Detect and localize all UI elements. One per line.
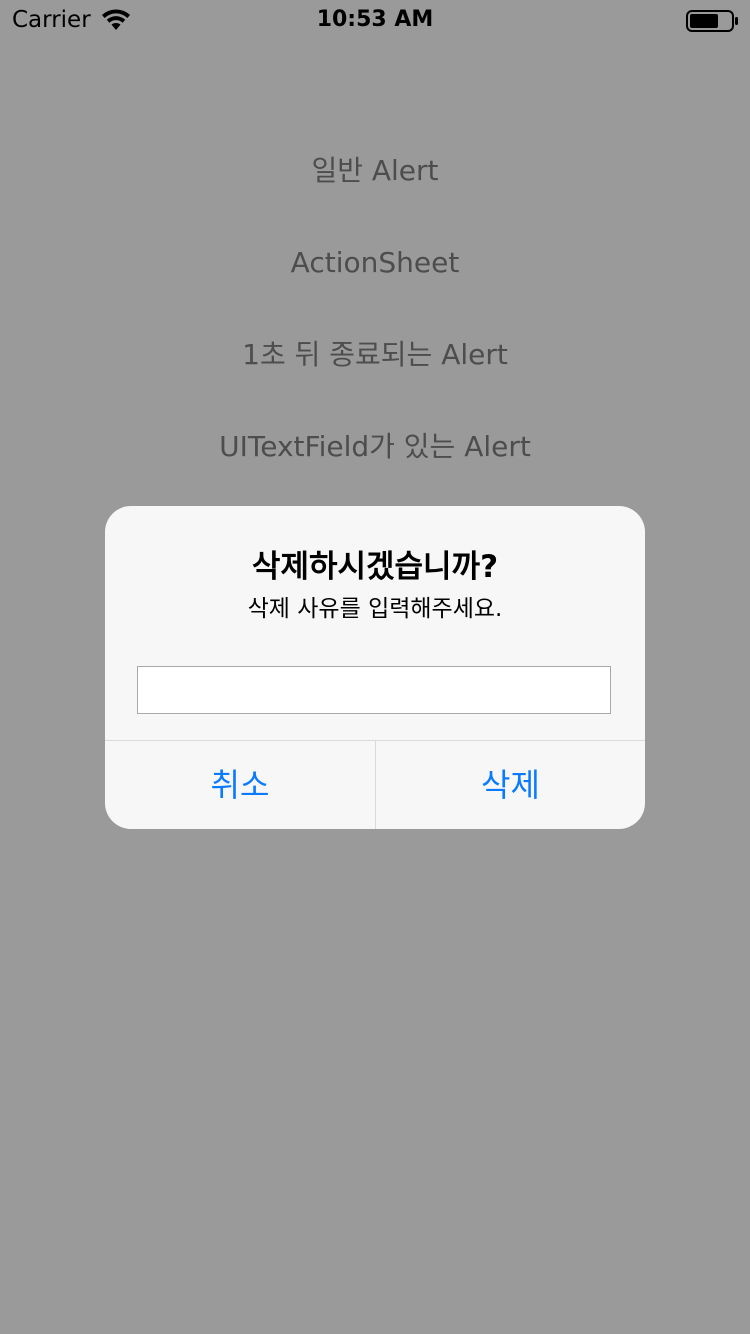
alert-title: 삭제하시겠습니까? (251, 549, 499, 585)
delete-button[interactable]: 삭제 (376, 741, 645, 829)
menu-item-action-sheet[interactable]: ActionSheet (0, 245, 750, 281)
menu-item-textfield-alert[interactable]: UITextField가 있는 Alert (0, 429, 750, 465)
clock: 10:53 AM (316, 7, 434, 32)
menu-item-basic-alert[interactable]: 일반 Alert (0, 153, 750, 189)
reason-input[interactable] (137, 666, 611, 714)
status-bar: Carrier 10:53 AM (0, 0, 750, 40)
cancel-button[interactable]: 취소 (105, 741, 375, 829)
menu-item-auto-dismiss-alert[interactable]: 1초 뒤 종료되는 Alert (0, 337, 750, 373)
battery-icon (686, 10, 738, 32)
alert-message: 삭제 사유를 입력해주세요. (247, 596, 503, 622)
alert-dialog: 삭제하시겠습니까? 삭제 사유를 입력해주세요. 취소 삭제 (105, 506, 645, 829)
